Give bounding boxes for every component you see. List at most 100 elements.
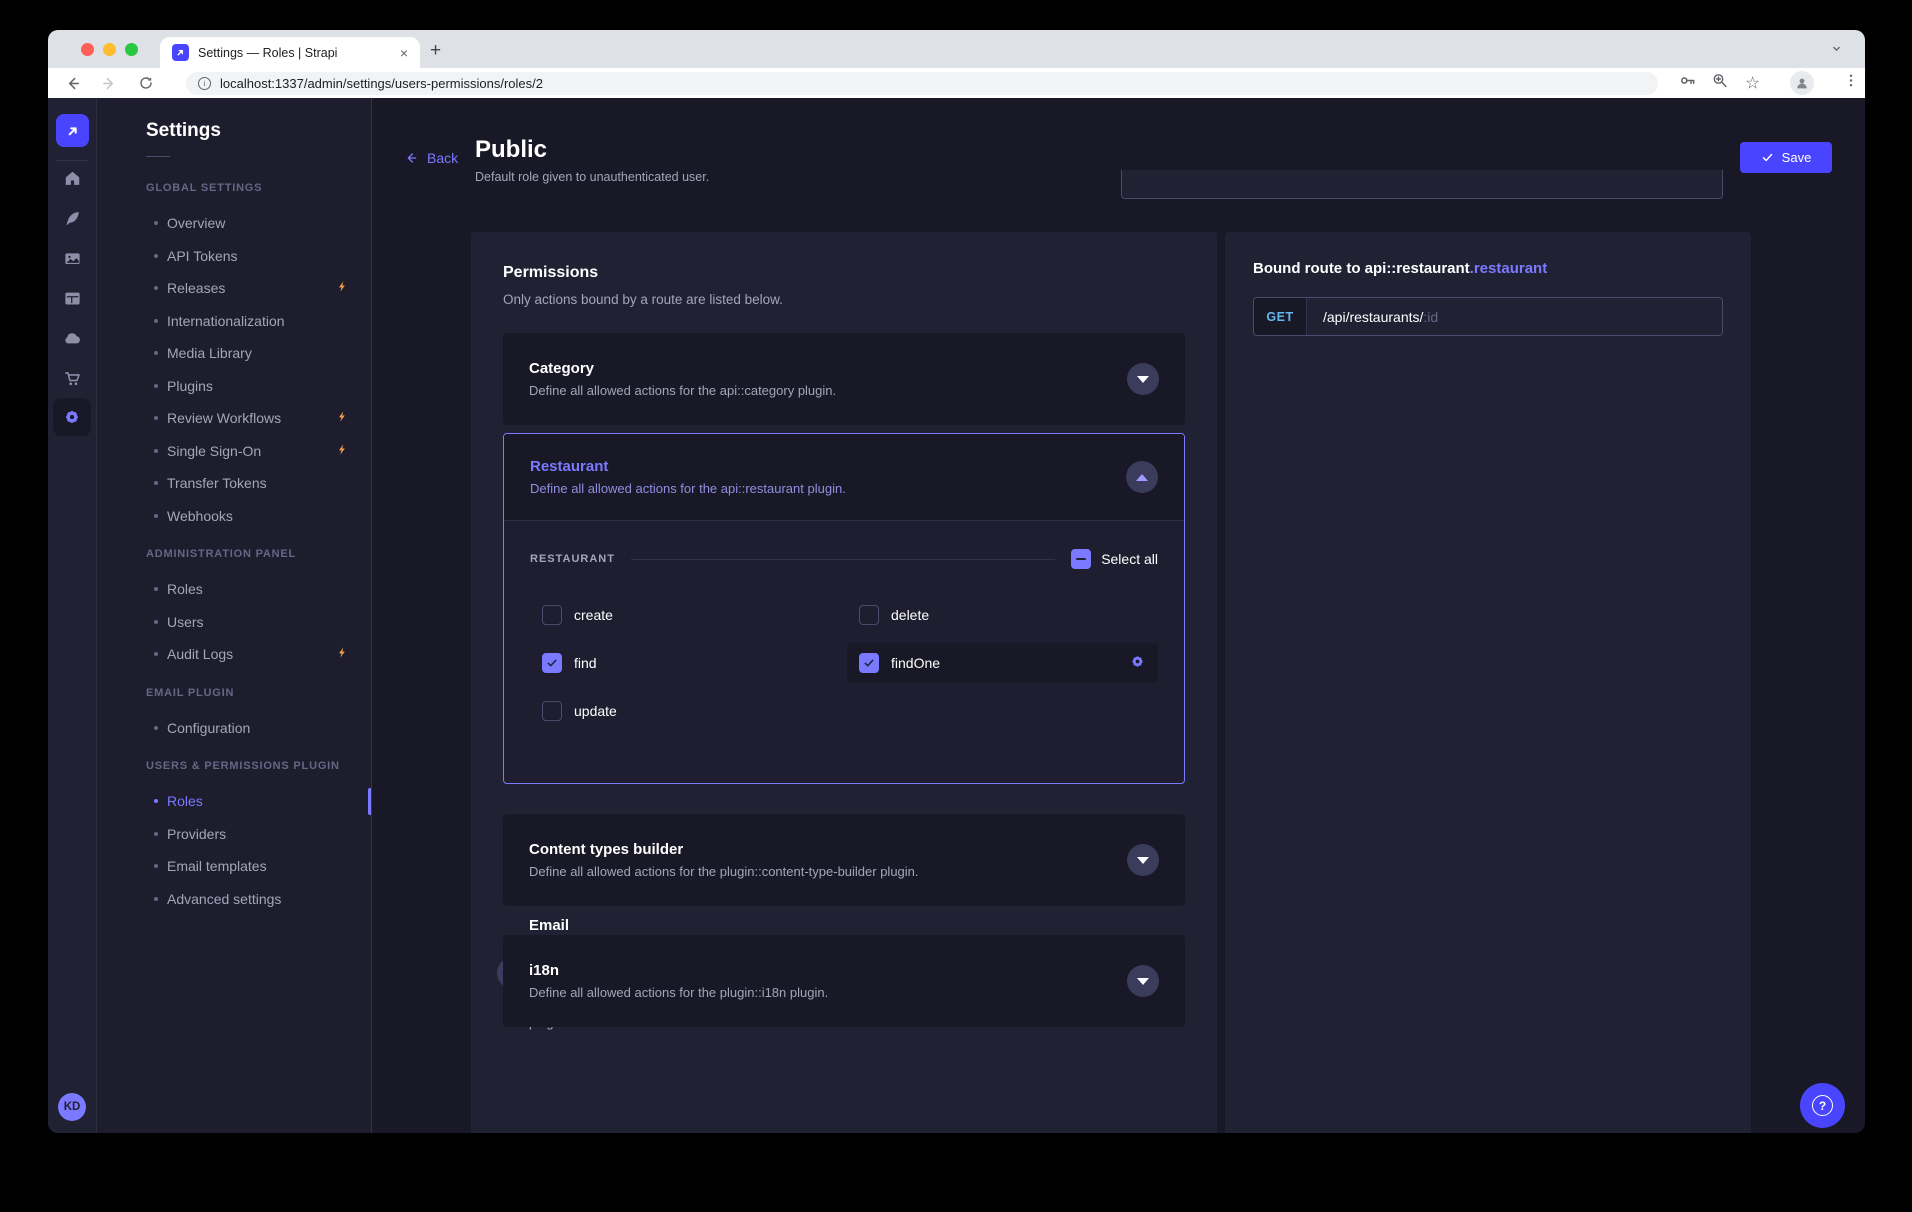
forward-nav-icon[interactable] [101, 75, 118, 92]
settings-subnav: Settings GLOBAL SETTINGSOverviewAPI Toke… [97, 98, 372, 1133]
zoom-page-icon[interactable] [1711, 72, 1729, 95]
bound-route-panel: Bound route to api::restaurant.restauran… [1225, 232, 1751, 1133]
chevron-up-icon[interactable] [1126, 461, 1158, 493]
sidebar-item-media-library[interactable]: Media Library [97, 337, 371, 370]
action-create[interactable]: create [530, 595, 841, 635]
group-divider [631, 559, 1055, 560]
tab-close-icon[interactable]: × [400, 46, 408, 60]
sidebar-item-transfer-tokens[interactable]: Transfer Tokens [97, 467, 371, 500]
save-label: Save [1782, 150, 1812, 165]
action-find[interactable]: find [530, 643, 841, 683]
sidebar-item-roles[interactable]: Roles [97, 573, 371, 606]
accordion-i18n: i18n Define all allowed actions for the … [503, 935, 1185, 1027]
bookmark-star-icon[interactable]: ☆ [1745, 75, 1760, 92]
reload-icon[interactable] [138, 75, 154, 91]
subnav-section: EMAIL PLUGIN Configuration [97, 683, 371, 745]
home-icon[interactable] [53, 159, 91, 197]
back-link[interactable]: Back [403, 150, 458, 166]
action-delete[interactable]: delete [847, 595, 1158, 635]
checkbox-checked[interactable] [859, 653, 879, 673]
checkbox-checked[interactable] [542, 653, 562, 673]
sidebar-item-advanced-settings[interactable]: Advanced settings [97, 883, 371, 916]
checkbox-unchecked[interactable] [542, 701, 562, 721]
indeterminate-checkbox-icon[interactable] [1071, 549, 1091, 569]
back-nav-icon[interactable] [64, 75, 81, 92]
sidebar-item-internationalization[interactable]: Internationalization [97, 305, 371, 338]
action-settings-gear-icon[interactable] [1129, 653, 1146, 673]
select-all-checkbox[interactable]: Select all [1071, 549, 1158, 569]
settings-gear-icon[interactable] [53, 398, 91, 436]
bullet-dot [154, 864, 158, 868]
marketplace-cart-icon[interactable] [53, 359, 91, 397]
sidebar-item-api-tokens[interactable]: API Tokens [97, 240, 371, 273]
browser-menu-icon[interactable] [1843, 73, 1859, 94]
description-field-cutoff[interactable] [1121, 170, 1723, 199]
bullet-dot [154, 351, 158, 355]
check-icon [1761, 151, 1774, 164]
strapi-logo[interactable] [56, 114, 89, 147]
sidebar-item-label: Roles [167, 581, 203, 597]
url-bar[interactable]: i localhost:1337/admin/settings/users-pe… [186, 72, 1658, 95]
password-key-icon[interactable] [1678, 71, 1697, 95]
accordion-name: Email [529, 917, 602, 934]
sidebar-item-plugins[interactable]: Plugins [97, 370, 371, 403]
sidebar-item-roles[interactable]: Roles [97, 785, 371, 818]
accordion-restaurant: Restaurant Define all allowed actions fo… [503, 433, 1185, 784]
sidebar-item-configuration[interactable]: Configuration [97, 712, 371, 745]
action-findone[interactable]: findOne [847, 643, 1158, 683]
content-type-builder-icon[interactable] [53, 279, 91, 317]
active-item-indicator [368, 788, 371, 815]
accordion-ctb-header[interactable]: Content types builder Define all allowed… [503, 814, 1185, 906]
content-manager-feather-icon[interactable] [53, 199, 91, 237]
browser-profile-icon[interactable] [1790, 71, 1814, 95]
checkbox-unchecked[interactable] [542, 605, 562, 625]
close-window-button[interactable] [81, 43, 94, 56]
browser-window: Settings — Roles | Strapi × + i localhos… [48, 30, 1865, 1133]
action-label: update [574, 703, 617, 719]
save-button[interactable]: Save [1740, 142, 1832, 173]
action-update[interactable]: update [530, 691, 841, 731]
action-label: findOne [891, 655, 940, 671]
permissions-subtitle: Only actions bound by a route are listed… [503, 292, 1185, 307]
sidebar-item-single-sign-on[interactable]: Single Sign-On [97, 435, 371, 468]
lightning-badge-icon [336, 410, 349, 426]
main-nav-rail: KD [48, 98, 97, 1133]
sidebar-item-releases[interactable]: Releases [97, 272, 371, 305]
new-tab-button[interactable]: + [430, 40, 441, 62]
restaurant-permissions-body: RESTAURANT Select all create [504, 521, 1184, 783]
accordion-name: i18n [529, 962, 828, 979]
user-avatar[interactable]: KD [58, 1093, 86, 1121]
accordion-category-header[interactable]: Category Define all allowed actions for … [503, 333, 1185, 425]
site-info-icon[interactable]: i [198, 77, 211, 90]
help-button[interactable]: ? [1800, 1083, 1845, 1128]
sidebar-item-email-templates[interactable]: Email templates [97, 850, 371, 883]
subnav-section: ADMINISTRATION PANELRolesUsersAudit Logs [97, 544, 371, 671]
sidebar-item-webhooks[interactable]: Webhooks [97, 500, 371, 533]
tab-search-chevron-icon[interactable] [1830, 42, 1843, 60]
chevron-down-icon[interactable] [1127, 965, 1159, 997]
accordion-description: Define all allowed actions for the api::… [529, 383, 836, 398]
subnav-section-label: EMAIL PLUGIN [97, 683, 371, 703]
accordion-i18n-header[interactable]: i18n Define all allowed actions for the … [503, 935, 1185, 1027]
accordion-restaurant-header[interactable]: Restaurant Define all allowed actions fo… [504, 434, 1184, 521]
question-mark-icon: ? [1812, 1095, 1833, 1116]
minimize-window-button[interactable] [103, 43, 116, 56]
page-subtitle: Default role given to unauthenticated us… [475, 170, 709, 184]
sidebar-item-review-workflows[interactable]: Review Workflows [97, 402, 371, 435]
checkbox-unchecked[interactable] [859, 605, 879, 625]
cloud-icon[interactable] [53, 319, 91, 357]
zoom-window-button[interactable] [125, 43, 138, 56]
actions-grid: create delete find [530, 595, 1158, 731]
select-all-label: Select all [1101, 551, 1158, 567]
sidebar-item-label: Email templates [167, 858, 267, 874]
chevron-down-icon[interactable] [1127, 363, 1159, 395]
sidebar-item-overview[interactable]: Overview [97, 207, 371, 240]
sidebar-item-providers[interactable]: Providers [97, 818, 371, 851]
sidebar-item-label: Providers [167, 826, 226, 842]
media-library-icon[interactable] [53, 239, 91, 277]
sidebar-item-users[interactable]: Users [97, 606, 371, 639]
chevron-down-icon[interactable] [1127, 844, 1159, 876]
accordion-content-types-builder: Content types builder Define all allowed… [503, 814, 1185, 906]
browser-tab[interactable]: Settings — Roles | Strapi × [160, 37, 420, 68]
sidebar-item-audit-logs[interactable]: Audit Logs [97, 638, 371, 671]
